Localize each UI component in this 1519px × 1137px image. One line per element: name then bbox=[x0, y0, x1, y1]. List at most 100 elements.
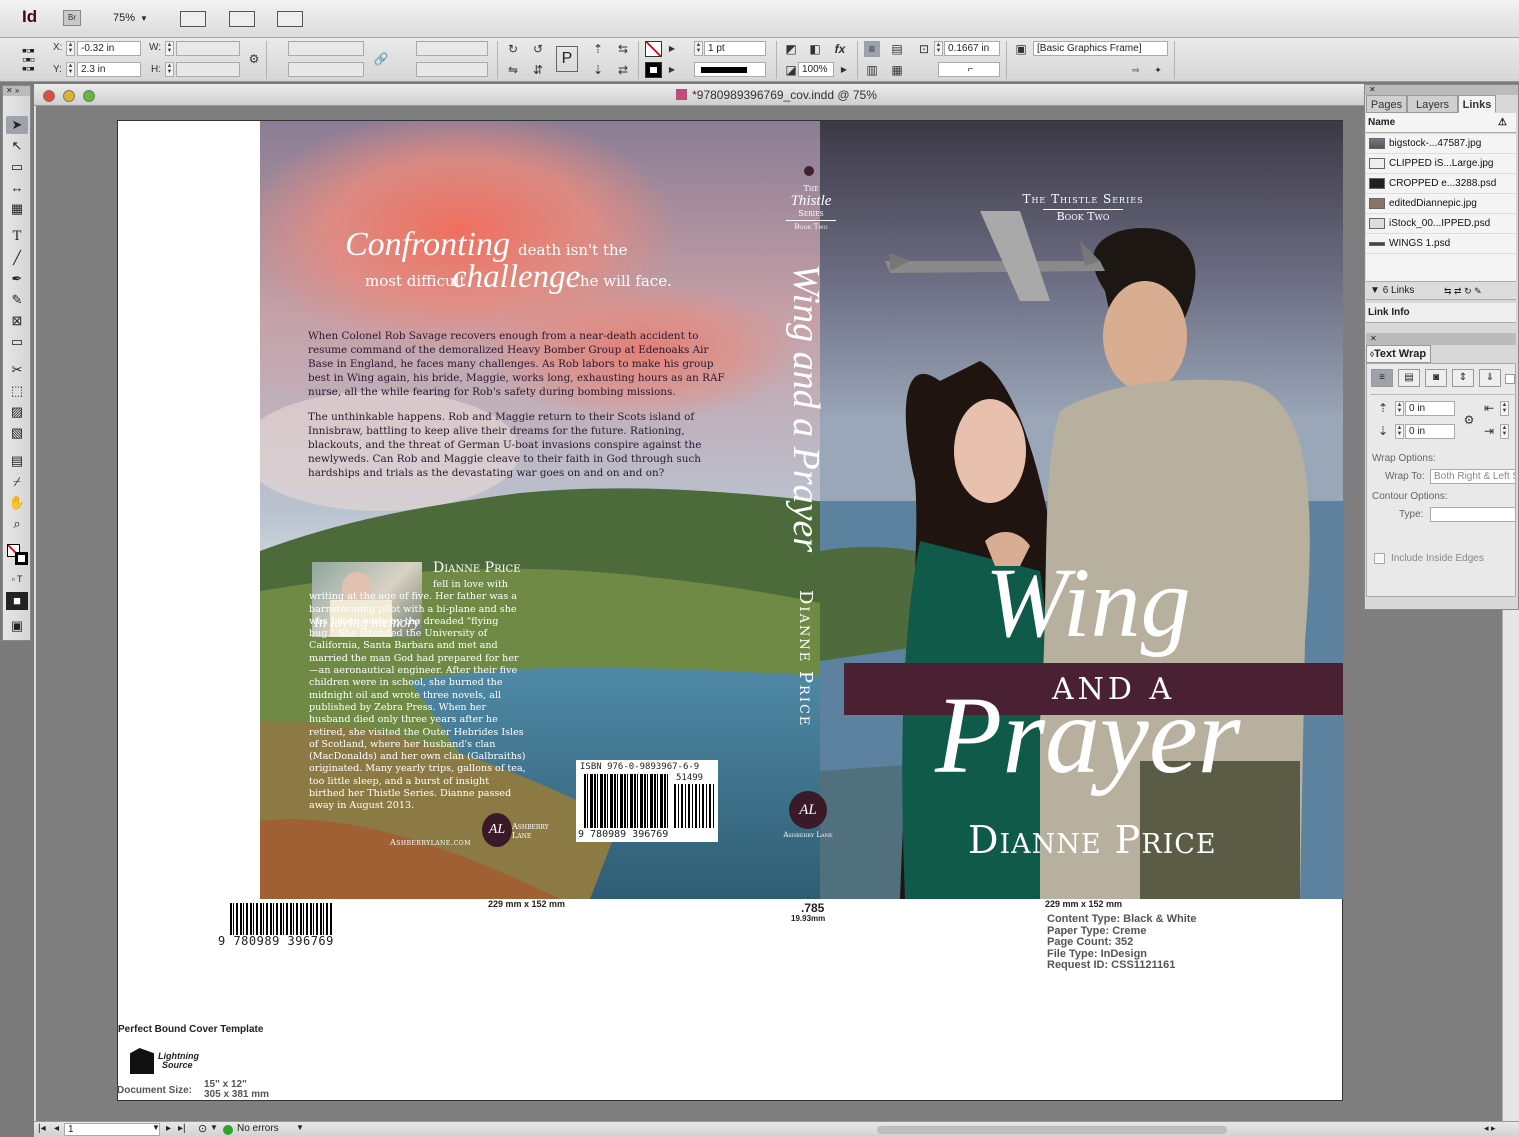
wrap-box-icon[interactable]: ▤ bbox=[889, 41, 905, 57]
fill-dropdown-icon[interactable]: ▶ bbox=[664, 41, 680, 57]
top-offset-field[interactable]: 0 in bbox=[1405, 401, 1455, 416]
first-page-icon[interactable]: |◂ bbox=[38, 1123, 46, 1134]
tab-links[interactable]: Links bbox=[1458, 95, 1496, 113]
scale-x-field[interactable] bbox=[288, 41, 364, 56]
screen-mode-button[interactable] bbox=[229, 11, 255, 27]
website-url[interactable]: Ashberrylane.com bbox=[390, 838, 471, 847]
hand-tool-icon[interactable]: ✋ bbox=[6, 494, 28, 512]
line-tool-icon[interactable]: ╱ bbox=[6, 249, 28, 267]
h-stepper[interactable]: ▲ ▼ bbox=[165, 62, 174, 77]
last-page-icon[interactable]: ▸| bbox=[178, 1123, 186, 1134]
link-item[interactable]: iStock_00...IPPED.psd bbox=[1366, 214, 1516, 234]
opacity-dropdown-icon[interactable]: ▶ bbox=[836, 62, 852, 78]
fitting-stepper[interactable]: ▲ ▼ bbox=[934, 41, 943, 56]
wrap-jump-icon[interactable]: ▦ bbox=[889, 62, 905, 78]
preflight-dropdown-icon[interactable]: ▼ bbox=[296, 1123, 304, 1132]
y-field[interactable]: 2.3 in bbox=[77, 62, 141, 77]
link-item[interactable]: CROPPED e...3288.psd bbox=[1366, 174, 1516, 194]
right-offset-stepper[interactable]: ▲ ▼ bbox=[1500, 424, 1509, 439]
free-transform-tool-icon[interactable]: ⬚ bbox=[6, 382, 28, 400]
scroll-right-icon[interactable]: ◂ ▸ bbox=[1484, 1123, 1496, 1134]
wrap-none-icon[interactable]: ≡ bbox=[864, 41, 880, 57]
x-stepper[interactable]: ▲ ▼ bbox=[66, 41, 75, 56]
arrange-documents-button[interactable] bbox=[277, 11, 303, 27]
w-field[interactable] bbox=[176, 41, 240, 56]
include-inside-edges-checkbox[interactable] bbox=[1374, 553, 1385, 564]
preflight-errors[interactable]: No errors bbox=[237, 1123, 279, 1134]
previous-page-icon[interactable]: ◂ bbox=[54, 1123, 59, 1134]
note-tool-icon[interactable]: ▤ bbox=[6, 452, 28, 470]
link-offsets-icon[interactable]: ⚙ bbox=[1461, 412, 1477, 428]
fill-swatch[interactable] bbox=[645, 41, 662, 57]
rotate-cw-icon[interactable]: ↻ bbox=[505, 41, 521, 57]
flip-vertical-icon[interactable]: ⇵ bbox=[530, 62, 546, 78]
formatting-affects-icon[interactable]: ▫ T bbox=[6, 570, 28, 588]
tab-pages[interactable]: Pages bbox=[1366, 95, 1407, 113]
wrap-to-dropdown[interactable]: Both Right & Left S bbox=[1430, 469, 1516, 484]
constrain-proportions-icon[interactable]: ⚙ bbox=[246, 51, 262, 67]
stroke-type-dropdown[interactable] bbox=[694, 62, 766, 77]
stroke-weight-stepper[interactable]: ▲ ▼ bbox=[694, 41, 703, 56]
disclosure-triangle-icon[interactable]: ▼ bbox=[1370, 285, 1380, 296]
eyedropper-tool-icon[interactable]: ⌿ bbox=[6, 473, 28, 491]
rectangle-frame-tool-icon[interactable]: ⊠ bbox=[6, 312, 28, 330]
effects-icon[interactable]: ◧ bbox=[807, 41, 823, 57]
zoom-tool-icon[interactable]: ⌕ bbox=[6, 515, 28, 533]
gradient-swatch-tool-icon[interactable]: ▨ bbox=[6, 403, 28, 421]
lock-scale-icon[interactable]: 🔗 bbox=[373, 51, 389, 67]
w-stepper[interactable]: ▲ ▼ bbox=[165, 41, 174, 56]
flip-horizontal-icon[interactable]: ⇋ bbox=[505, 62, 521, 78]
fill-stroke-swatches[interactable] bbox=[7, 544, 29, 566]
screen-mode-icon[interactable]: ▣ bbox=[6, 617, 28, 635]
clear-overrides-icon[interactable]: ⇨ bbox=[1128, 62, 1144, 78]
select-next-icon[interactable]: ⇄ bbox=[615, 62, 631, 78]
gradient-feather-tool-icon[interactable]: ▧ bbox=[6, 424, 28, 442]
stroke-weight-field[interactable]: 1 pt bbox=[704, 41, 766, 56]
fx-icon[interactable]: fx bbox=[832, 41, 848, 57]
drop-shadow-icon[interactable]: ◩ bbox=[783, 41, 799, 57]
view-options-button[interactable] bbox=[180, 11, 206, 27]
select-content-icon[interactable]: ⇣ bbox=[590, 62, 606, 78]
rectangle-tool-icon[interactable]: ▭ bbox=[6, 333, 28, 351]
link-item[interactable]: WINGS 1.psd bbox=[1366, 234, 1516, 254]
close-window-button[interactable] bbox=[43, 90, 55, 102]
page-number-field[interactable]: 1 bbox=[64, 1123, 160, 1136]
tab-layers[interactable]: Layers bbox=[1407, 95, 1458, 113]
page-tool-icon[interactable]: ▭ bbox=[6, 158, 28, 176]
contour-type-dropdown[interactable] bbox=[1430, 507, 1516, 522]
open-dropdown-icon[interactable]: ▼ bbox=[210, 1123, 218, 1132]
pencil-tool-icon[interactable]: ✎ bbox=[6, 291, 28, 309]
invert-checkbox[interactable] bbox=[1505, 374, 1515, 384]
horizontal-scrollbar-thumb[interactable] bbox=[877, 1126, 1227, 1134]
zoom-level-dropdown[interactable]: 75% ▼ bbox=[113, 12, 148, 24]
new-style-icon[interactable]: ✦ bbox=[1150, 62, 1166, 78]
wrap-bounding-box-button[interactable]: ▤ bbox=[1398, 369, 1420, 387]
bottom-offset-field[interactable]: 0 in bbox=[1405, 424, 1455, 439]
content-collector-icon[interactable]: ▦ bbox=[6, 200, 28, 218]
type-tool-icon[interactable]: T bbox=[6, 228, 28, 246]
jump-next-column-button[interactable]: ⇓ bbox=[1479, 369, 1501, 387]
zoom-window-button[interactable] bbox=[83, 90, 95, 102]
left-offset-stepper[interactable]: ▲ ▼ bbox=[1500, 401, 1509, 416]
close-icon[interactable]: ✕ bbox=[1366, 333, 1516, 345]
gap-tool-icon[interactable]: ↔ bbox=[6, 179, 28, 197]
close-icon[interactable]: ✕ » bbox=[3, 86, 30, 96]
scissors-tool-icon[interactable]: ✂ bbox=[6, 361, 28, 379]
reference-point-icon[interactable]: ▪▫▪ ▫▪▫ ▪▫▪ bbox=[22, 43, 42, 75]
rotate-ccw-icon[interactable]: ↺ bbox=[530, 41, 546, 57]
corner-shape-dropdown[interactable]: ⌐ bbox=[938, 62, 1000, 77]
link-item[interactable]: CLIPPED iS...Large.jpg bbox=[1366, 154, 1516, 174]
direct-selection-tool-icon[interactable]: ↖ bbox=[6, 137, 28, 155]
select-previous-icon[interactable]: ⇆ bbox=[615, 41, 631, 57]
wrap-object-shape-button[interactable]: ◙ bbox=[1425, 369, 1447, 387]
link-item[interactable]: editedDiannepic.jpg bbox=[1366, 194, 1516, 214]
no-text-wrap-button[interactable]: ≡ bbox=[1371, 369, 1393, 387]
stroke-dropdown-icon[interactable]: ▶ bbox=[664, 62, 680, 78]
pen-tool-icon[interactable]: ✒ bbox=[6, 270, 28, 288]
next-page-icon[interactable]: ▸ bbox=[166, 1123, 171, 1134]
link-info-section[interactable]: Link Info bbox=[1366, 303, 1516, 323]
selection-tool-icon[interactable]: ➤ bbox=[6, 116, 28, 134]
page-dropdown-icon[interactable]: ▼ bbox=[152, 1123, 160, 1132]
relink-icon[interactable]: ⇆ ⇄ ↻ ✎ bbox=[1444, 282, 1482, 300]
jump-object-button[interactable]: ⇕ bbox=[1452, 369, 1474, 387]
